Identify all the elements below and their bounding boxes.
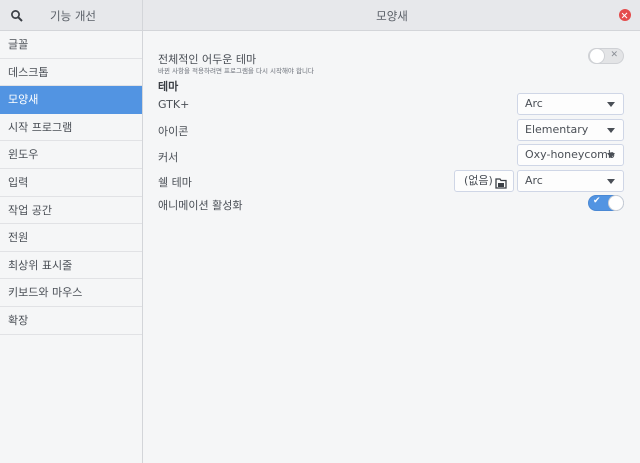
cursor-theme-value: Oxy-honeycomb <box>525 148 615 161</box>
cursor-theme-combo[interactable]: Oxy-honeycomb <box>517 144 624 166</box>
header-bar: 기능 개선 모양새 <box>0 0 640 31</box>
sidebar-header: 기능 개선 <box>0 0 143 31</box>
sidebar-item-appearance[interactable]: 모양새 <box>0 86 142 114</box>
chevron-down-icon <box>607 153 615 158</box>
theme-section-heading: 테마 <box>158 80 179 93</box>
gtk-theme-value: Arc <box>525 97 543 110</box>
cursor-label: 커서 <box>158 151 179 164</box>
icon-theme-value: Elementary <box>525 123 589 136</box>
animations-switch[interactable]: ✔ <box>588 195 624 211</box>
app-title: 기능 개선 <box>50 9 96 23</box>
switch-knob <box>589 48 605 64</box>
shell-theme-file-value: (없음) <box>464 174 493 187</box>
sidebar-item-extensions[interactable]: 확장 <box>0 307 142 335</box>
sidebar-item-power[interactable]: 전원 <box>0 224 142 252</box>
dark-theme-sublabel: 바뀐 사항을 적용하려면 프로그램을 다시 시작해야 합니다 <box>158 67 314 75</box>
shell-theme-value: Arc <box>525 174 543 187</box>
sidebar-item-input[interactable]: 입력 <box>0 169 142 197</box>
dark-theme-switch[interactable]: ✕ <box>588 48 624 64</box>
chevron-down-icon <box>607 128 615 133</box>
appearance-panel: 전체적인 어두운 테마 바뀐 사항을 적용하려면 프로그램을 다시 시작해야 합… <box>144 31 640 463</box>
window-title: 모양새 <box>376 9 408 23</box>
gtk-label: GTK+ <box>158 98 190 111</box>
gtk-theme-combo[interactable]: Arc <box>517 93 624 115</box>
animations-label: 애니메이션 활성화 <box>158 199 243 212</box>
sidebar-item-workspaces[interactable]: 작업 공간 <box>0 197 142 225</box>
shell-theme-file-button[interactable]: (없음) <box>454 170 514 192</box>
x-icon: ✕ <box>610 50 618 60</box>
sidebar: 글꼴 데스크톱 모양새 시작 프로그램 윈도우 입력 작업 공간 전원 최상위 … <box>0 31 143 463</box>
chevron-down-icon <box>607 179 615 184</box>
sidebar-item-desktop[interactable]: 데스크톱 <box>0 59 142 87</box>
close-icon[interactable] <box>619 9 631 21</box>
sidebar-item-top-bar[interactable]: 최상위 표시줄 <box>0 252 142 280</box>
chevron-down-icon <box>607 102 615 107</box>
sidebar-item-keyboard-mouse[interactable]: 키보드와 마우스 <box>0 279 142 307</box>
search-icon[interactable] <box>10 8 24 22</box>
icons-label: 아이콘 <box>158 125 189 138</box>
sidebar-item-fonts[interactable]: 글꼴 <box>0 31 142 59</box>
check-icon: ✔ <box>593 196 601 206</box>
file-open-icon <box>495 176 507 189</box>
shell-theme-combo[interactable]: Arc <box>517 170 624 192</box>
shell-theme-label: 쉘 테마 <box>158 176 192 189</box>
sidebar-item-startup-applications[interactable]: 시작 프로그램 <box>0 114 142 142</box>
sidebar-item-windows[interactable]: 윈도우 <box>0 141 142 169</box>
icon-theme-combo[interactable]: Elementary <box>517 119 624 141</box>
switch-knob <box>608 195 624 211</box>
